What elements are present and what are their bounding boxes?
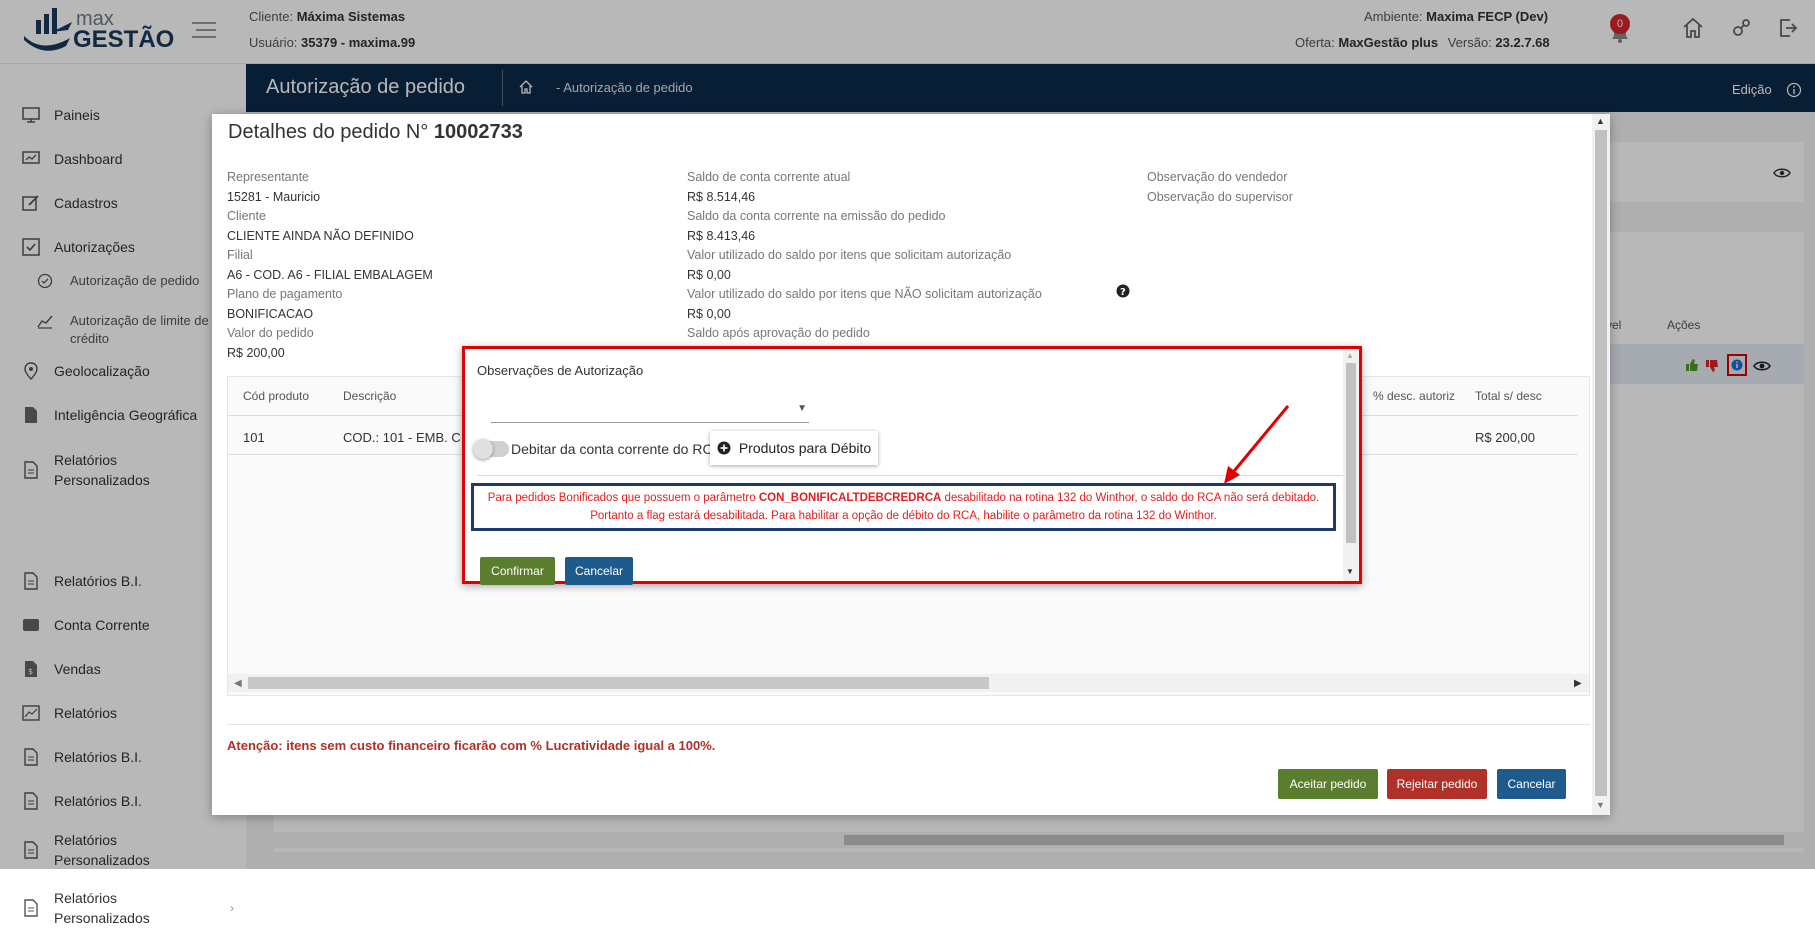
debit-toggle-label: Debitar da conta corrente do RCA: [511, 441, 722, 457]
details-column-3: Observação do vendedor Observação do sup…: [1147, 170, 1547, 209]
modal-vertical-scrollbar[interactable]: ▲ ▼: [1592, 114, 1610, 815]
saldo-apos-aprovacao-label: Saldo após aprovação do pedido: [687, 326, 870, 340]
observacao-supervisor-label: Observação do supervisor: [1147, 189, 1293, 204]
observation-select[interactable]: ▼: [491, 397, 809, 423]
produtos-debito-label: Produtos para Débito: [738, 440, 872, 456]
cancel-button[interactable]: Cancelar: [565, 557, 633, 585]
table-header-descricao: Descrição: [343, 389, 397, 403]
table-header-total: Total s/ desc: [1475, 389, 1542, 403]
message-parameter: CON_BONIFICALTDEBCREDRCA: [758, 492, 942, 504]
plano-pagamento-value: BONIFICACAO: [227, 306, 314, 321]
scroll-up-icon[interactable]: ▲: [1346, 351, 1354, 360]
confirm-button[interactable]: Confirmar: [480, 557, 555, 585]
scroll-down-icon[interactable]: ▼: [1596, 800, 1605, 810]
plus-circle-icon: [717, 441, 731, 455]
produtos-debito-button[interactable]: Produtos para Débito: [710, 431, 878, 465]
dialog-vertical-scrollbar[interactable]: ▲ ▼: [1343, 349, 1359, 581]
svg-text:?: ?: [1120, 287, 1126, 298]
saldo-emissao-label: Saldo da conta corrente na emissão do pe…: [687, 209, 946, 223]
cancel-modal-button[interactable]: Cancelar: [1497, 769, 1566, 799]
table-horizontal-scrollbar[interactable]: ◀ ▶: [228, 674, 1589, 692]
plano-pagamento-label: Plano de pagamento: [227, 287, 343, 301]
scroll-up-icon[interactable]: ▲: [1596, 116, 1605, 126]
scrollbar-thumb[interactable]: [1346, 363, 1356, 543]
modal-title: Detalhes do pedido N° 10002733: [228, 121, 523, 144]
cliente-value: CLIENTE AINDA NÃO DEFINIDO: [227, 228, 414, 243]
valor-pedido-label: Valor do pedido: [227, 326, 314, 340]
dialog-title: Observações de Autorização: [477, 363, 644, 378]
chevron-right-icon: ›: [230, 901, 234, 915]
details-column-1: Representante 15281 - Mauricio Cliente C…: [227, 170, 667, 365]
sidebar-item-label: Relatórios Personalizados: [54, 890, 150, 926]
saldo-atual-label: Saldo de conta corrente atual: [687, 170, 851, 184]
valor-utilizado-autorizacao-label: Valor utilizado do saldo por itens que s…: [687, 248, 1012, 262]
saldo-atual-value: R$ 8.514,46: [687, 189, 756, 204]
representante-label: Representante: [227, 170, 310, 184]
scrollbar-thumb[interactable]: [248, 677, 989, 689]
filial-value: A6 - COD. A6 - FILIAL EMBALAGEM: [227, 267, 433, 282]
cliente-label: Cliente: [227, 209, 266, 223]
table-header-cod: Cód produto: [243, 389, 310, 403]
cell-total: R$ 200,00: [1475, 430, 1535, 445]
saldo-emissao-value: R$ 8.413,46: [687, 228, 756, 243]
help-icon[interactable]: ?: [1116, 284, 1130, 298]
debit-toggle[interactable]: [473, 439, 509, 459]
valor-utilizado-nao-autorizacao-value: R$ 0,00: [687, 306, 731, 321]
scroll-down-icon[interactable]: ▼: [1346, 567, 1354, 576]
dialog-divider: [477, 475, 1347, 476]
scroll-right-icon[interactable]: ▶: [1574, 678, 1582, 689]
sidebar-item-relatorios-personalizados-3[interactable]: Relatórios Personalizados ›: [22, 888, 242, 928]
scrollbar-thumb[interactable]: [1595, 130, 1607, 796]
message-part-1: Para pedidos Bonificados que possuem o p…: [487, 492, 759, 504]
reject-order-button[interactable]: Rejeitar pedido: [1387, 769, 1487, 799]
divider: [227, 724, 1590, 725]
valor-utilizado-nao-autorizacao-label: Valor utilizado do saldo por itens que N…: [687, 287, 1042, 301]
cell-cod: 101: [243, 430, 265, 445]
order-number: 10002733: [433, 121, 523, 143]
accept-order-button[interactable]: Aceitar pedido: [1278, 769, 1378, 799]
document-icon: [22, 899, 40, 917]
details-column-2: Saldo de conta corrente atual R$ 8.514,4…: [687, 170, 1127, 346]
toggle-knob: [473, 439, 493, 459]
dropdown-arrow-icon: ▼: [797, 403, 807, 414]
cell-descricao: COD.: 101 - EMB. C: [343, 430, 461, 445]
annotation-arrow-icon: [1224, 405, 1290, 484]
parameter-info-message: Para pedidos Bonificados que possuem o p…: [471, 483, 1336, 531]
modal-title-prefix: Detalhes do pedido N°: [228, 121, 429, 143]
table-header-desc-autoriz: % desc. autoriz: [1373, 389, 1456, 403]
filial-label: Filial: [227, 248, 253, 262]
valor-utilizado-autorizacao-value: R$ 0,00: [687, 267, 731, 282]
observacao-vendedor-label: Observação do vendedor: [1147, 170, 1288, 184]
lucratividade-warning: Atenção: itens sem custo financeiro fica…: [227, 738, 716, 753]
scroll-left-icon[interactable]: ◀: [234, 678, 242, 689]
representante-value: 15281 - Mauricio: [227, 189, 321, 204]
